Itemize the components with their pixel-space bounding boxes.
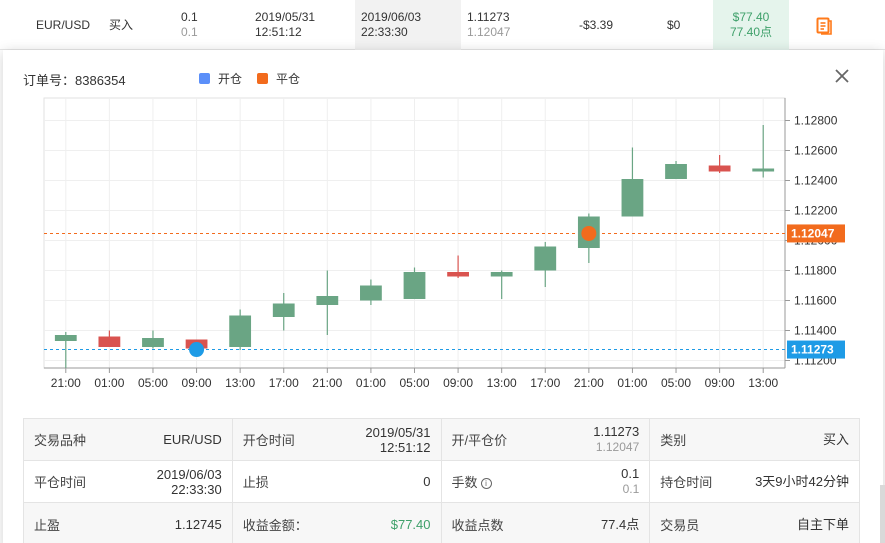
candle-body[interactable] <box>621 179 644 217</box>
legend-open: 开仓 <box>199 70 242 87</box>
candle-body[interactable] <box>316 296 339 305</box>
candle-body[interactable] <box>98 336 121 348</box>
info-hold-time: 持仓时间 3天9小时42分钟 <box>660 474 849 490</box>
order-number: 订单号：8386354 <box>23 73 126 88</box>
y-tick-label: 1.11400 <box>794 324 837 338</box>
info-trader: 交易员 自主下单 <box>650 503 859 543</box>
x-tick-label: 17:00 <box>530 376 560 390</box>
trade-profit: $77.40 77.40点 <box>713 0 789 50</box>
x-tick-label: 09:00 <box>705 376 735 390</box>
y-tick-label: 1.12800 <box>794 114 838 128</box>
y-tick-label: 1.11600 <box>794 294 837 308</box>
info-type: 类别 买入 <box>650 419 859 460</box>
x-tick-label: 05:00 <box>138 376 168 390</box>
info-take-profit: 止盈 1.12745 <box>24 503 233 543</box>
x-tick-label: 13:00 <box>487 376 517 390</box>
candle-body[interactable] <box>534 246 557 271</box>
candle-body[interactable] <box>708 165 731 172</box>
open-price-line-label: 1.11273 <box>791 343 834 357</box>
info-stop-loss: 止损 0 <box>233 461 442 502</box>
trade-symbol: EUR/USD <box>36 17 91 32</box>
close-icon[interactable] <box>832 66 852 86</box>
document-icon[interactable] <box>816 17 832 35</box>
x-tick-label: 01:00 <box>94 376 124 390</box>
info-symbol: 交易品种 EUR/USD <box>24 419 233 460</box>
x-tick-label: 09:00 <box>182 376 212 390</box>
candlestick-chart: 1.128001.126001.124001.122001.120001.118… <box>3 50 883 410</box>
y-tick-label: 1.12200 <box>794 204 838 218</box>
order-info-table: 交易品种 EUR/USD 开仓时间 2019/05/31 12:51:12 开/平仓… <box>23 418 860 543</box>
candle-body[interactable] <box>752 168 775 172</box>
trade-open-time: 2019/05/31 12:51:12 <box>255 10 316 39</box>
candle-body[interactable] <box>54 335 77 341</box>
trade-row[interactable]: EUR/USD 买入 0.1 0.1 2019/05/31 12:51:12 201… <box>0 0 885 50</box>
order-detail-popup: 1.128001.126001.124001.122001.120001.118… <box>3 50 883 543</box>
trade-detail-screen: EUR/USD 买入 0.1 0.1 2019/05/31 12:51:12 201… <box>0 0 885 543</box>
x-tick-label: 05:00 <box>661 376 691 390</box>
candle-body[interactable] <box>447 272 469 277</box>
trade-direction: 买入 <box>109 17 134 32</box>
x-tick-label: 01:00 <box>617 376 647 390</box>
candle-body[interactable] <box>403 272 426 299</box>
x-tick-label: 21:00 <box>574 376 604 390</box>
candle-body[interactable] <box>142 338 164 347</box>
legend-close-swatch <box>257 73 268 84</box>
info-profit: 收益金额： $77.40 <box>232 503 442 543</box>
y-tick-label: 1.12400 <box>794 174 838 188</box>
y-tick-label: 1.12600 <box>794 144 838 158</box>
x-tick-label: 05:00 <box>399 376 429 390</box>
info-close-time: 平仓时间 2019/06/03 22:33:30 <box>24 461 233 502</box>
info-row: 平仓时间 2019/06/03 22:33:30 止损 0 手数 i 0.1 0.1 持… <box>24 461 859 503</box>
x-tick-label: 09:00 <box>443 376 473 390</box>
close-price-line-label: 1.12047 <box>791 226 835 240</box>
x-tick-label: 13:00 <box>225 376 255 390</box>
x-tick-label: 13:00 <box>748 376 778 390</box>
candle-body[interactable] <box>665 164 687 179</box>
info-lots: 手数 i 0.1 0.1 <box>442 461 651 502</box>
legend-close: 平仓 <box>257 70 300 87</box>
candle-body[interactable] <box>360 285 382 301</box>
close-marker[interactable] <box>581 225 597 241</box>
legend-open-swatch <box>199 73 210 84</box>
trade-swap: -$3.39 <box>579 17 614 32</box>
trade-close-time: 2019/06/03 22:33:30 <box>355 0 461 50</box>
candle-body[interactable] <box>272 303 295 318</box>
trade-prices: 1.11273 1.12047 <box>467 10 511 39</box>
info-points: 收益点数 77.4点 <box>441 503 651 543</box>
info-row: 止盈 1.12745 收益金额： $77.40 收益点数 77.4点 交易员 自主下单 <box>24 503 859 543</box>
info-row: 交易品种 EUR/USD 开仓时间 2019/05/31 12:51:12 开/平仓… <box>24 419 859 461</box>
trade-lots: 0.1 0.1 <box>181 10 198 39</box>
x-tick-label: 21:00 <box>312 376 342 390</box>
x-tick-label: 21:00 <box>51 376 81 390</box>
info-open-time: 开仓时间 2019/05/31 12:51:12 <box>232 419 442 460</box>
x-tick-label: 01:00 <box>356 376 386 390</box>
candle-body[interactable] <box>229 315 252 348</box>
trade-commission: $0 <box>667 17 681 32</box>
info-icon[interactable]: i <box>480 478 492 489</box>
candle-body[interactable] <box>490 272 513 277</box>
chart-svg: 1.128001.126001.124001.122001.120001.118… <box>43 97 845 390</box>
info-prices: 开/平仓价 1.11273 1.12047 <box>441 419 651 460</box>
scrollbar[interactable] <box>880 485 885 543</box>
y-tick-label: 1.11800 <box>794 264 837 278</box>
open-marker[interactable] <box>189 342 205 358</box>
x-tick-label: 17:00 <box>269 376 299 390</box>
